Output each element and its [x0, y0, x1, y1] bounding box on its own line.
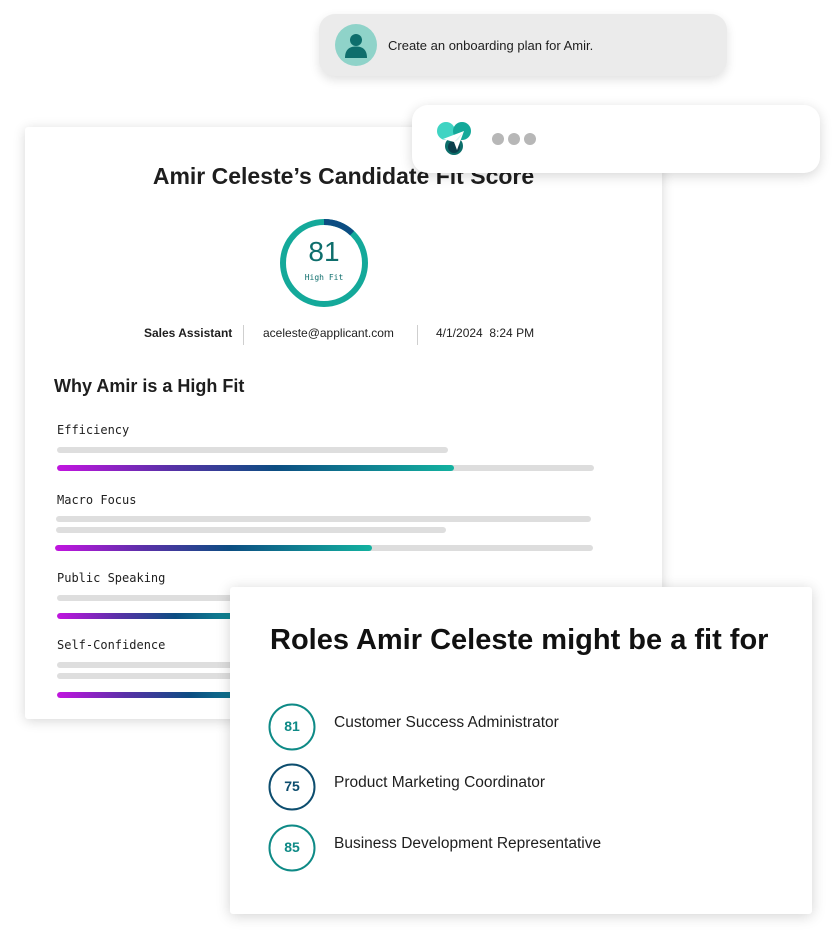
role-score: 85	[284, 839, 300, 855]
roles-card-title: Roles Amir Celeste might be a fit for	[270, 624, 769, 656]
meta-divider	[243, 325, 244, 345]
assistant-logo-icon	[437, 122, 471, 155]
skill-label-public-speaking: Public Speaking	[57, 571, 166, 585]
candidate-role: Sales Assistant	[144, 326, 233, 340]
role-item[interactable]: 85 Business Development Representative	[268, 824, 768, 872]
application-datetime: 4/1/2024 8:24 PM	[436, 326, 535, 340]
skill-label-macro-focus: Macro Focus	[57, 493, 137, 507]
user-prompt-text: Create an onboarding plan for Amir.	[388, 37, 594, 53]
placeholder-line	[57, 595, 237, 601]
skill-bar-efficiency	[57, 465, 594, 471]
fit-score-label: High Fit	[304, 273, 344, 282]
user-prompt-bubble: Create an onboarding plan for Amir.	[319, 14, 727, 76]
skill-bar-fill	[57, 465, 455, 471]
placeholder-line	[57, 662, 237, 668]
meta-divider	[417, 325, 418, 345]
user-avatar	[335, 24, 377, 66]
fit-score-value: 81	[308, 236, 340, 267]
typing-dot	[492, 133, 504, 145]
role-name: Business Development Representative	[334, 835, 602, 852]
typing-dot	[508, 133, 520, 145]
placeholder-line	[56, 516, 591, 522]
roles-fit-card: Roles Amir Celeste might be a fit for 81…	[230, 587, 812, 914]
why-fit-heading: Why Amir is a High Fit	[54, 376, 245, 396]
role-name: Customer Success Administrator	[334, 714, 559, 731]
role-name: Product Marketing Coordinator	[334, 774, 546, 791]
placeholder-line	[56, 527, 446, 533]
role-item[interactable]: 81 Customer Success Administrator	[268, 703, 768, 751]
assistant-typing-bubble	[412, 105, 820, 173]
candidate-email[interactable]: aceleste@applicant.com	[263, 326, 394, 340]
typing-indicator	[492, 133, 536, 145]
user-icon	[345, 34, 367, 58]
stage: Create an onboarding plan for Amir. Amir…	[0, 0, 839, 933]
typing-dot	[524, 133, 536, 145]
role-score: 81	[284, 718, 300, 734]
role-item[interactable]: 75 Product Marketing Coordinator	[268, 763, 768, 811]
placeholder-line	[57, 673, 237, 679]
placeholder-line	[57, 447, 448, 453]
skill-bar-fill	[55, 545, 373, 551]
skill-label-self-confidence: Self-Confidence	[57, 638, 166, 652]
role-score: 75	[284, 778, 300, 794]
skill-bar-macro-focus	[55, 545, 593, 551]
skill-label-efficiency: Efficiency	[57, 423, 130, 437]
